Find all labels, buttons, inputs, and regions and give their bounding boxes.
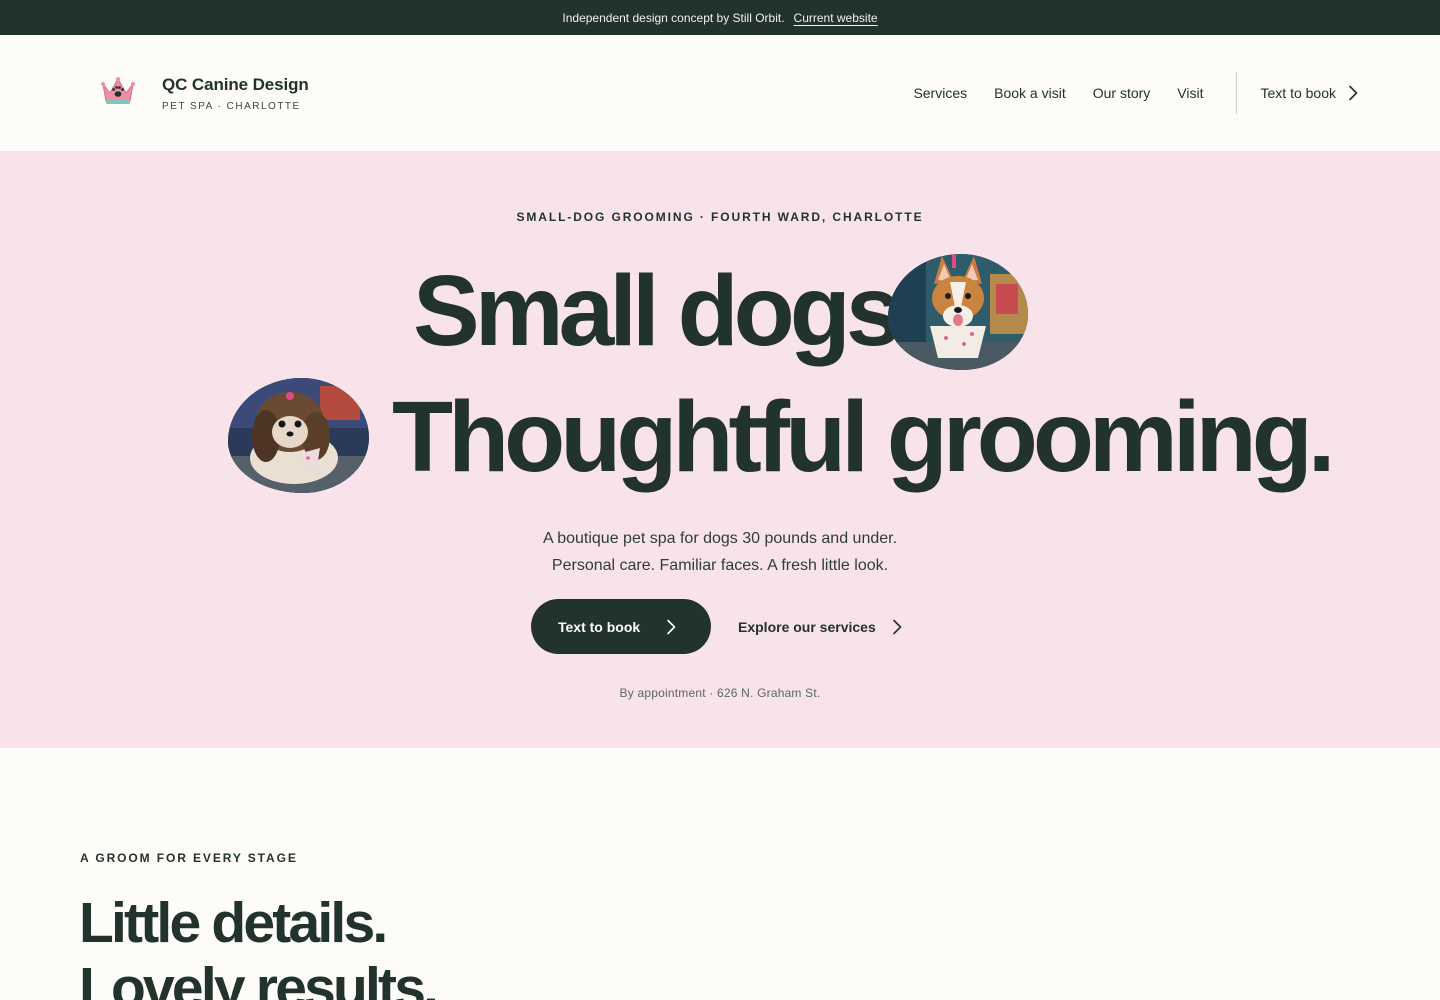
brand-tagline: PET SPA · CHARLOTTE bbox=[162, 100, 301, 112]
headline-small-dogs: Small dogs. bbox=[413, 255, 924, 367]
section-title-line-1: Little details. bbox=[79, 891, 388, 955]
hero-eyebrow: SMALL-DOG GROOMING · FOURTH WARD, CHARLO… bbox=[516, 210, 924, 224]
corgi-photo bbox=[888, 254, 1028, 370]
chevron-right-icon bbox=[667, 619, 676, 634]
nav-services[interactable]: Services bbox=[913, 85, 967, 101]
explore-services-label: Explore our services bbox=[738, 618, 876, 635]
current-website-link[interactable]: Current website bbox=[794, 11, 878, 25]
crown-paw-icon bbox=[101, 77, 135, 104]
brand-name: QC Canine Design bbox=[162, 74, 309, 94]
nav-visit[interactable]: Visit bbox=[1177, 85, 1203, 101]
hero-lead-line-2: Personal care. Familiar faces. A fresh l… bbox=[551, 557, 889, 574]
nav-our-story[interactable]: Our story bbox=[1093, 85, 1151, 101]
hero-lead-line-1: A boutique pet spa for dogs 30 pounds an… bbox=[542, 530, 898, 547]
banner-text: Independent design concept by Still Orbi… bbox=[562, 10, 785, 25]
chevron-right-icon bbox=[892, 619, 902, 634]
hero-lead: A boutique pet spa for dogs 30 pounds an… bbox=[0, 525, 1440, 579]
main-nav: Services Book a visit Our story Visit Te… bbox=[913, 72, 1358, 114]
hero-cta-group: Text to book Explore our services bbox=[531, 599, 902, 654]
brand-home-link[interactable]: QC Canine Design PET SPA · CHARLOTTE bbox=[100, 75, 309, 112]
section-title: Little details. Lovely results. bbox=[79, 891, 439, 1000]
nav-book-a-visit[interactable]: Book a visit bbox=[994, 85, 1066, 101]
hero-primary-cta-label: Text to book bbox=[558, 618, 641, 635]
section-eyebrow: A GROOM FOR EVERY STAGE bbox=[80, 851, 298, 865]
groom-stages-section: A GROOM FOR EVERY STAGE Little details. … bbox=[0, 748, 1440, 1000]
site-header: QC Canine Design PET SPA · CHARLOTTE Ser… bbox=[0, 35, 1440, 151]
headline-thoughtful-grooming: Thoughtful grooming. bbox=[392, 381, 1336, 493]
top-banner: Independent design concept by Still Orbi… bbox=[0, 0, 1440, 35]
header-cta-label: Text to book bbox=[1260, 85, 1337, 101]
shih-tzu-photo bbox=[228, 378, 369, 493]
header-text-to-book-button[interactable]: Text to book bbox=[1237, 85, 1359, 101]
hero-text-to-book-button[interactable]: Text to book bbox=[531, 599, 711, 654]
hero-section: SMALL-DOG GROOMING · FOURTH WARD, CHARLO… bbox=[0, 151, 1440, 748]
chevron-right-icon bbox=[1349, 85, 1358, 101]
explore-services-link[interactable]: Explore our services bbox=[738, 619, 902, 635]
hero-meta-address: By appointment · 626 N. Graham St. bbox=[619, 686, 821, 700]
section-title-line-2: Lovely results. bbox=[79, 956, 439, 1000]
